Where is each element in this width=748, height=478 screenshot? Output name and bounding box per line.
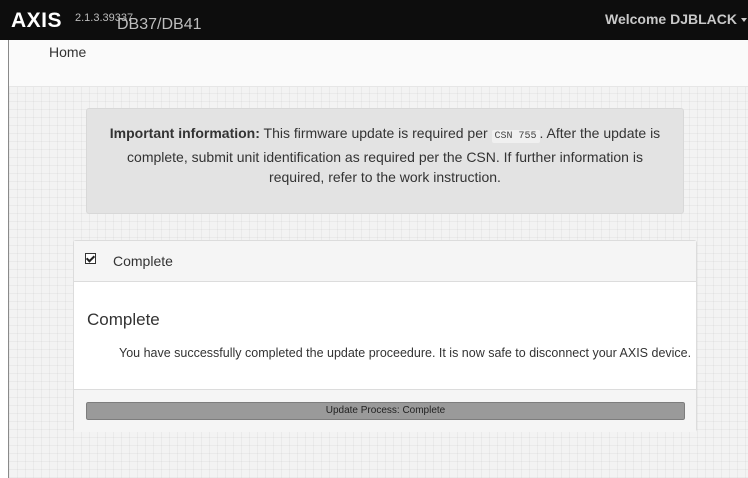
csn-code: CSN 755 xyxy=(491,130,540,143)
model-label: DB37/DB41 xyxy=(117,16,202,33)
checkbox-checked-icon xyxy=(85,253,96,264)
panel-title: Complete xyxy=(87,310,160,329)
top-navbar: AXIS 2.1.3.39337 DB37/DB41 Welcome DJBLA… xyxy=(0,0,748,40)
panel-heading: Complete xyxy=(74,241,696,282)
progress-label: Update Process: Complete xyxy=(325,405,446,416)
caret-down-icon xyxy=(741,18,747,23)
panel-footer: Update Process: Complete xyxy=(74,389,696,432)
update-progress: Update Process: Complete xyxy=(86,402,685,420)
panel-heading-label: Complete xyxy=(113,253,173,269)
breadcrumb: Home xyxy=(9,40,748,87)
user-menu[interactable]: Welcome DJBLACK xyxy=(605,11,747,27)
brand-logo[interactable]: AXIS xyxy=(11,9,62,33)
important-info-notice: Important information: This firmware upd… xyxy=(86,108,684,214)
welcome-label: Welcome DJBLACK xyxy=(605,11,737,27)
notice-label: Important information: xyxy=(109,125,260,141)
notice-text-before: This firmware update is required per xyxy=(259,125,492,141)
breadcrumb-home-link[interactable]: Home xyxy=(49,44,86,60)
status-panel: Complete Complete You have successfully … xyxy=(73,240,697,432)
completion-message: You have successfully completed the upda… xyxy=(119,346,692,360)
